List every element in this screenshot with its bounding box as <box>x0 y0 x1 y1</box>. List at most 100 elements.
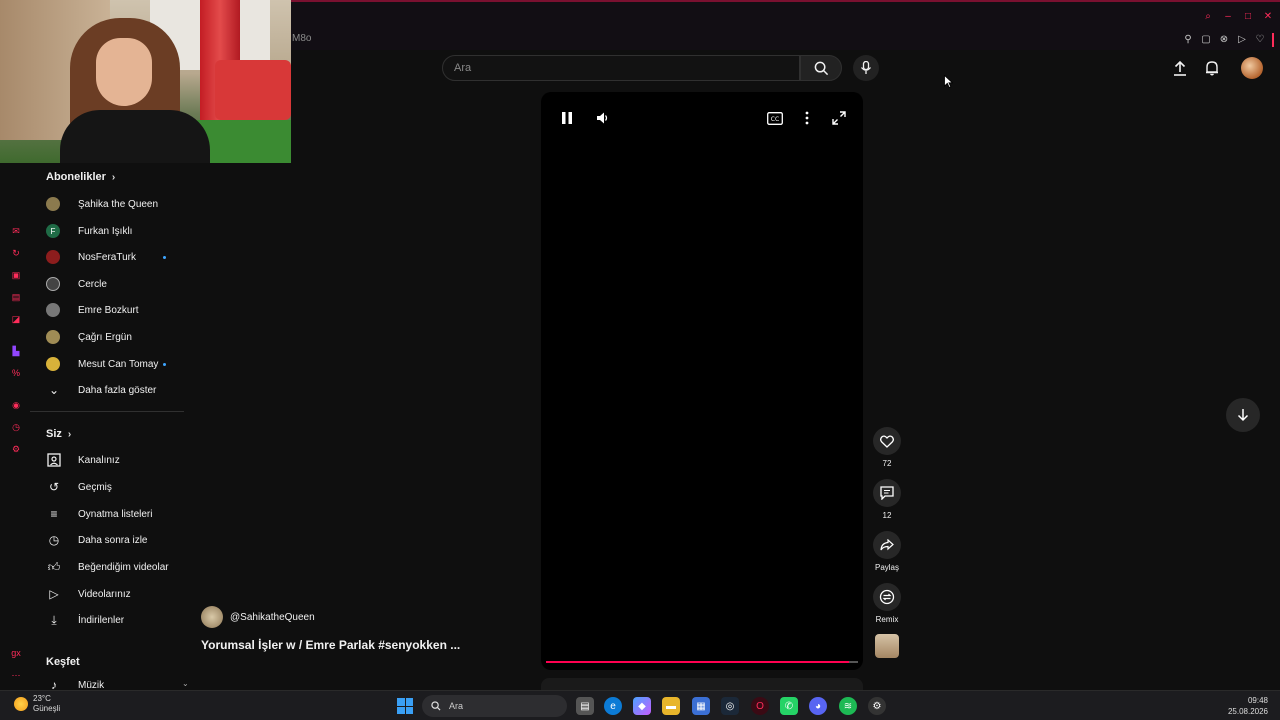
sidebar-item-your-videos[interactable]: ▷ Videolarınız <box>46 584 186 604</box>
mouse-cursor-icon <box>944 75 953 88</box>
app-icon[interactable]: ⚙ <box>868 697 886 715</box>
shield-icon[interactable]: ⊗ <box>1218 33 1230 45</box>
sidebar-item-your-channel[interactable]: Kanalınız <box>46 450 186 470</box>
notifications-button[interactable] <box>1202 58 1222 78</box>
like-button[interactable] <box>873 427 901 455</box>
gx-icon[interactable]: gx <box>10 647 22 659</box>
percent-icon[interactable]: % <box>10 367 22 379</box>
bag-icon[interactable]: ▣ <box>10 269 22 281</box>
feed-icon[interactable]: ▤ <box>10 291 22 303</box>
comment-icon <box>880 486 894 500</box>
copilot-icon[interactable]: ◆ <box>633 697 651 715</box>
sidebar-item-emre-bozkurt[interactable]: Emre Bozkurt <box>46 300 186 320</box>
microphone-icon <box>860 61 872 74</box>
sidebar-item-history[interactable]: ↺ Geçmiş <box>46 477 186 497</box>
show-more-button[interactable]: ⌄ Daha fazla göster <box>46 380 186 400</box>
play-icon[interactable]: ▷ <box>1236 33 1248 45</box>
opera-gx-icon[interactable]: O <box>751 697 769 715</box>
upload-button[interactable] <box>1170 58 1190 78</box>
scroll-down-icon[interactable]: ⌄ <box>182 679 189 688</box>
sidebar-item-playlists[interactable]: ≡ Oynatma listeleri <box>46 504 186 524</box>
heart-icon[interactable]: ♡ <box>1254 33 1266 45</box>
download-icon: ⤓ <box>51 612 57 627</box>
thumbs-up-icon: 👍︎ <box>47 559 61 574</box>
sidebar-item-furkan[interactable]: F Furkan Işıklı <box>46 221 186 241</box>
refresh-icon[interactable]: ↻ <box>10 247 22 259</box>
new-content-dot <box>163 255 166 259</box>
like-action: 72 <box>872 427 902 468</box>
sidebar-item-liked-videos[interactable]: 👍︎ Beğendiğim videolar <box>46 557 186 577</box>
voice-search-button[interactable] <box>853 55 879 81</box>
remix-button[interactable] <box>873 583 901 611</box>
spotify-icon[interactable]: ≋ <box>839 697 857 715</box>
channel-handle[interactable]: @SahikatheQueen <box>230 612 315 623</box>
playlist-icon: ≡ <box>50 507 58 521</box>
sidebar-item-label: NosFeraTurk <box>78 251 136 263</box>
taskbar-search[interactable]: Ara <box>422 695 567 717</box>
search-button[interactable] <box>800 55 842 81</box>
steam-icon[interactable]: ◎ <box>721 697 739 715</box>
sidebar-item-label: Furkan Işıklı <box>78 225 133 237</box>
more-icon[interactable]: ⋯ <box>10 669 22 681</box>
captions-button[interactable]: CC <box>766 109 784 127</box>
weather-widget[interactable]: 23°C Güneşli <box>14 694 60 714</box>
clock-icon[interactable]: ◷ <box>10 421 22 433</box>
sidebar-item-label: Kanalınız <box>78 454 120 466</box>
upload-icon <box>1174 60 1186 76</box>
shorts-video-player[interactable]: CC <box>541 92 863 670</box>
task-view-icon[interactable]: ▤ <box>576 697 594 715</box>
like-count: 72 <box>882 459 892 468</box>
settings-icon[interactable]: ⚙ <box>10 443 22 455</box>
sidebar-item-cercle[interactable]: Cercle <box>46 274 186 294</box>
avatar <box>46 250 60 264</box>
your-videos-icon: ▷ <box>49 587 59 601</box>
subscriptions-header[interactable]: Abonelikler › <box>46 171 115 183</box>
comments-button[interactable] <box>873 479 901 507</box>
browser-extensions: ⚲ ▢ ⊗ ▷ ♡ <box>1182 33 1274 47</box>
sidebar-toggle-bar[interactable] <box>1272 33 1274 47</box>
minimize-icon[interactable]: – <box>1222 10 1234 22</box>
edge-icon[interactable]: e <box>604 697 622 715</box>
search-icon[interactable]: ⌕ <box>1202 10 1214 22</box>
search-input[interactable] <box>454 62 799 74</box>
maximize-icon[interactable]: □ <box>1242 10 1254 22</box>
file-explorer-icon[interactable]: ▬ <box>662 697 680 715</box>
channel-avatar[interactable] <box>201 606 223 628</box>
next-video-button[interactable] <box>1226 398 1260 432</box>
progress-bar[interactable] <box>546 661 858 663</box>
avatar: F <box>46 224 60 238</box>
sound-thumbnail[interactable] <box>875 634 899 658</box>
sidebar-item-nosferaturk[interactable]: NosFeraTurk <box>46 247 186 267</box>
sidebar-item-sahika[interactable]: Şahika the Queen <box>46 194 186 214</box>
start-button[interactable] <box>397 698 413 714</box>
sidebar-item-music[interactable]: ♪ Müzik <box>46 675 186 690</box>
fullscreen-button[interactable] <box>830 109 848 127</box>
you-header[interactable]: Siz › <box>46 428 71 440</box>
player-icon[interactable]: ◉ <box>10 399 22 411</box>
sidebar-item-downloads[interactable]: ⤓ İndirilenler <box>46 610 186 630</box>
share-button[interactable] <box>873 531 901 559</box>
explore-header: Keşfet <box>46 656 80 668</box>
sidebar-item-watch-later[interactable]: ◷ Daha sonra izle <box>46 530 186 550</box>
pause-icon <box>562 112 572 124</box>
close-icon[interactable]: ✕ <box>1262 10 1274 22</box>
weather-text: 23°C Güneşli <box>33 694 60 714</box>
volume-button[interactable] <box>594 109 612 127</box>
discord-icon[interactable]: ◕ <box>809 697 827 715</box>
sidebar-item-cagri-ergun[interactable]: Çağrı Ergün <box>46 327 186 347</box>
account-avatar[interactable] <box>1241 57 1263 79</box>
video-title[interactable]: Yorumsal İşler w / Emre Parlak #senyokke… <box>201 638 460 652</box>
store-icon[interactable]: ▦ <box>692 697 710 715</box>
whatsapp-icon[interactable]: ✆ <box>780 697 798 715</box>
avatar <box>46 357 60 371</box>
sidebar-item-mesut-can-tomay[interactable]: Mesut Can Tomay <box>46 354 186 374</box>
snapshot-icon[interactable]: ▢ <box>1200 33 1212 45</box>
sidebar-item-label: Müzik <box>78 679 105 691</box>
messenger-icon[interactable]: ✉ <box>10 225 22 237</box>
mail-icon[interactable]: ◪ <box>10 313 22 325</box>
taskbar-clock[interactable]: 09:48 25.08.2026 <box>1228 695 1268 717</box>
pause-button[interactable] <box>558 109 576 127</box>
twitch-icon[interactable]: ▙ <box>10 345 22 357</box>
pin-icon[interactable]: ⚲ <box>1182 33 1194 45</box>
more-options-button[interactable] <box>798 109 816 127</box>
